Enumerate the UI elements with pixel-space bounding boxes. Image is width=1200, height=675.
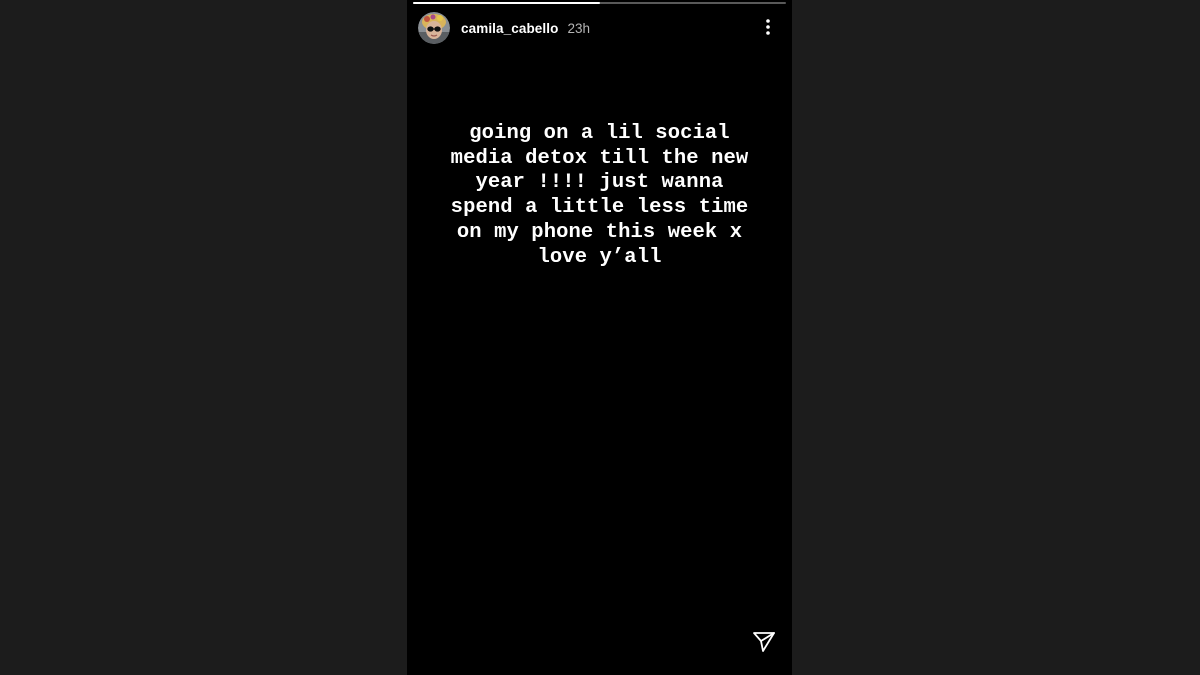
story-header: camila_cabello 23h: [418, 12, 590, 44]
story-username[interactable]: camila_cabello: [461, 21, 558, 36]
story-timestamp: 23h: [567, 20, 590, 36]
share-button[interactable]: [751, 629, 777, 655]
story-progress-fill: [413, 2, 600, 4]
profile-avatar-icon: [418, 12, 450, 44]
story-text: going on a lil social media detox till t…: [450, 122, 749, 269]
avatar[interactable]: [418, 12, 450, 44]
story-viewer[interactable]: camila_cabello 23h going on a lil social…: [407, 0, 792, 675]
story-progress-bar: [413, 2, 786, 4]
more-options-button[interactable]: [759, 15, 777, 39]
send-icon: [753, 632, 775, 652]
viewer-backdrop: camila_cabello 23h going on a lil social…: [0, 0, 1200, 675]
more-vertical-icon: [766, 19, 770, 35]
